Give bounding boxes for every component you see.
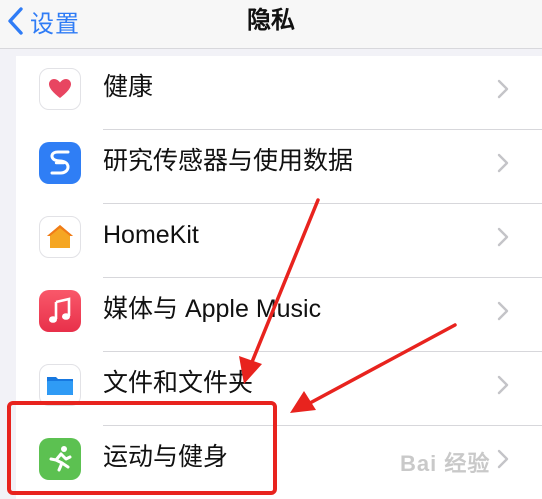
page-title: 隐私 — [247, 7, 295, 34]
home-icon — [39, 216, 81, 258]
chevron-right-icon — [497, 301, 509, 321]
music-note-icon — [39, 290, 81, 332]
chevron-right-icon — [497, 449, 509, 469]
chevron-right-icon — [497, 227, 509, 247]
list-item-research-sensor[interactable]: 研究传感器与使用数据 — [16, 130, 542, 204]
fitness-runner-icon — [39, 438, 81, 480]
list-item-label: 研究传感器与使用数据 — [103, 147, 354, 175]
navigation-bar: 设置 隐私 — [0, 0, 542, 49]
chevron-right-icon — [497, 153, 509, 173]
list-item-label: HomeKit — [103, 221, 199, 249]
folder-icon — [39, 364, 81, 406]
research-sensor-icon — [39, 142, 81, 184]
list-item-label: 健康 — [103, 73, 154, 101]
privacy-list: 健康 研究传感器与使用数据 HomeKit 媒体与 Apple Music 文件… — [16, 56, 542, 499]
heart-icon — [39, 68, 81, 110]
watermark: Bai 经验 — [400, 451, 491, 476]
chevron-right-icon — [497, 79, 509, 99]
list-item-homekit[interactable]: HomeKit — [16, 204, 542, 278]
list-item-label: 媒体与 Apple Music — [103, 295, 322, 323]
list-item-health[interactable]: 健康 — [16, 56, 542, 130]
list-item-files-folders[interactable]: 文件和文件夹 — [16, 352, 542, 426]
list-item-label: 文件和文件夹 — [103, 369, 254, 397]
list-item-label: 运动与健身 — [103, 443, 229, 471]
list-item-media-apple-music[interactable]: 媒体与 Apple Music — [16, 278, 542, 352]
chevron-right-icon — [497, 375, 509, 395]
